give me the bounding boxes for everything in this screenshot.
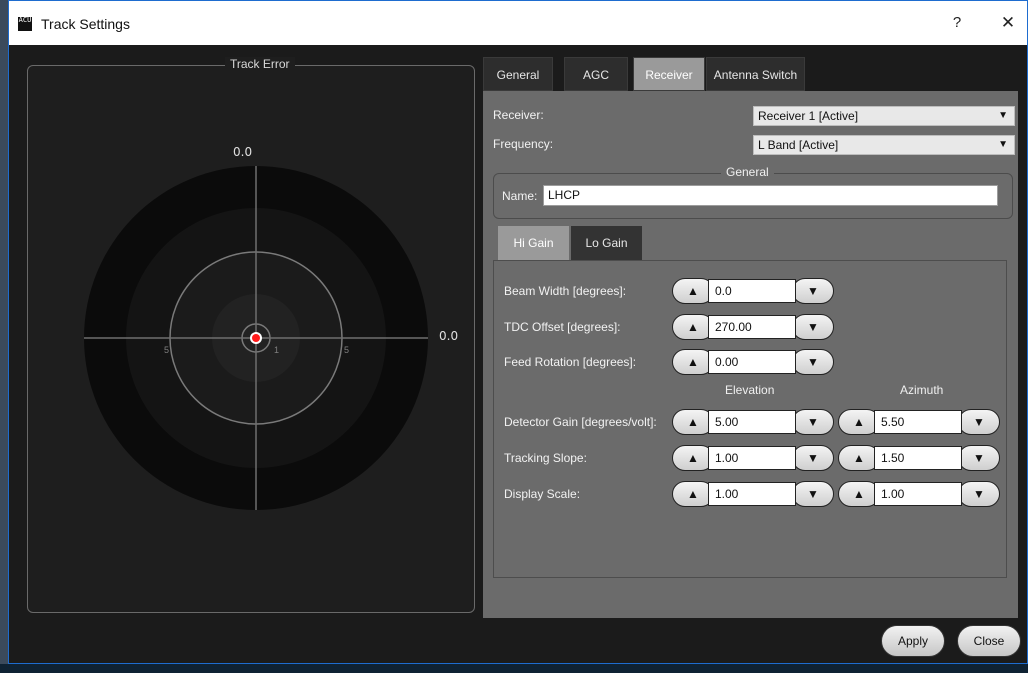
beam-width-decrement-button[interactable]: ▼	[792, 278, 834, 304]
arrow-down-icon: ▼	[807, 451, 819, 465]
display-scale-label: Display Scale:	[504, 487, 581, 501]
arrow-up-icon: ▲	[687, 487, 699, 501]
detector-gain-elevation-spinbox: ▲ 5.00 ▼	[672, 409, 834, 435]
arrow-up-icon: ▲	[853, 451, 865, 465]
display-scale-elevation-spinbox: ▲ 1.00 ▼	[672, 481, 834, 507]
receiver-select-value: Receiver 1 [Active]	[758, 109, 859, 123]
detector-gain-azimuth-spinbox: ▲ 5.50 ▼	[838, 409, 1000, 435]
detector-gain-az-decrement-button[interactable]: ▼	[958, 409, 1000, 435]
tab-hi-gain[interactable]: Hi Gain	[498, 226, 569, 260]
chevron-down-icon: ▼	[998, 110, 1008, 121]
general-group-title: General	[721, 165, 774, 179]
display-scale-el-value[interactable]: 1.00	[708, 482, 796, 506]
arrow-down-icon: ▼	[807, 355, 819, 369]
frequency-label: Frequency:	[493, 137, 554, 151]
ring-label-right: 5	[344, 345, 349, 355]
frequency-select[interactable]: L Band [Active] ▼	[753, 135, 1015, 155]
tracking-slope-label: Tracking Slope:	[504, 451, 587, 465]
frequency-select-value: L Band [Active]	[758, 138, 839, 152]
name-input[interactable]: LHCP	[543, 185, 998, 206]
tdc-offset-value[interactable]: 270.00	[708, 315, 796, 339]
arrow-up-icon: ▲	[687, 415, 699, 429]
azimuth-header: Azimuth	[900, 383, 944, 397]
tracking-slope-el-value[interactable]: 1.00	[708, 446, 796, 470]
chevron-down-icon: ▼	[998, 139, 1008, 150]
tracking-slope-az-decrement-button[interactable]: ▼	[958, 445, 1000, 471]
tab-antenna-switch[interactable]: Antenna Switch	[706, 57, 805, 91]
tab-agc[interactable]: AGC	[564, 57, 628, 91]
beam-width-value[interactable]: 0.0	[708, 279, 796, 303]
tracking-slope-elevation-spinbox: ▲ 1.00 ▼	[672, 445, 834, 471]
arrow-up-icon: ▲	[687, 355, 699, 369]
ring-label-center: 1	[274, 345, 279, 355]
detector-gain-el-value[interactable]: 5.00	[708, 410, 796, 434]
title-bar: ACU Track Settings ? ✕	[9, 1, 1027, 45]
detector-gain-el-decrement-button[interactable]: ▼	[792, 409, 834, 435]
arrow-down-icon: ▼	[973, 451, 985, 465]
help-button[interactable]: ?	[947, 12, 967, 34]
display-scale-azimuth-spinbox: ▲ 1.00 ▼	[838, 481, 1000, 507]
apply-button[interactable]: Apply	[881, 625, 945, 657]
arrow-up-icon: ▲	[853, 487, 865, 501]
name-label: Name:	[502, 189, 538, 203]
display-scale-el-decrement-button[interactable]: ▼	[792, 481, 834, 507]
tracking-slope-el-decrement-button[interactable]: ▼	[792, 445, 834, 471]
tdc-offset-decrement-button[interactable]: ▼	[792, 314, 834, 340]
elevation-error-value: 0.0	[233, 145, 253, 159]
arrow-down-icon: ▼	[973, 487, 985, 501]
tdc-offset-label: TDC Offset [degrees]:	[504, 320, 621, 334]
app-icon: ACU	[18, 17, 32, 31]
track-error-panel: Track Error 5 1 5 0.0 0.0	[27, 57, 475, 613]
desktop-taskbar-strip	[0, 664, 1028, 673]
tab-lo-gain[interactable]: Lo Gain	[571, 226, 642, 260]
ring-label-left: 5	[164, 345, 169, 355]
arrow-up-icon: ▲	[687, 451, 699, 465]
beam-width-spinbox: ▲ 0.0 ▼	[672, 278, 834, 304]
display-scale-az-value[interactable]: 1.00	[874, 482, 962, 506]
feed-rotation-value[interactable]: 0.00	[708, 350, 796, 374]
feed-rotation-label: Feed Rotation [degrees]:	[504, 355, 637, 369]
tab-general[interactable]: General	[483, 57, 553, 91]
detector-gain-label: Detector Gain [degrees/volt]:	[504, 415, 657, 429]
general-group: General Name: LHCP	[493, 165, 1013, 219]
close-button[interactable]: Close	[957, 625, 1021, 657]
arrow-down-icon: ▼	[807, 320, 819, 334]
tdc-offset-spinbox: ▲ 270.00 ▼	[672, 314, 834, 340]
feed-rotation-spinbox: ▲ 0.00 ▼	[672, 349, 834, 375]
receiver-select[interactable]: Receiver 1 [Active] ▼	[753, 106, 1015, 126]
arrow-down-icon: ▼	[807, 284, 819, 298]
window-title: Track Settings	[41, 16, 130, 32]
arrow-up-icon: ▲	[687, 320, 699, 334]
close-window-button[interactable]: ✕	[997, 12, 1019, 34]
arrow-down-icon: ▼	[973, 415, 985, 429]
feed-rotation-decrement-button[interactable]: ▼	[792, 349, 834, 375]
tracking-slope-az-value[interactable]: 1.50	[874, 446, 962, 470]
target-dot	[252, 334, 260, 342]
hi-gain-panel: Beam Width [degrees]: ▲ 0.0 ▼ TDC Offset…	[493, 260, 1007, 578]
arrow-down-icon: ▼	[807, 415, 819, 429]
display-scale-az-decrement-button[interactable]: ▼	[958, 481, 1000, 507]
tracking-slope-azimuth-spinbox: ▲ 1.50 ▼	[838, 445, 1000, 471]
azimuth-error-value: 0.0	[439, 329, 459, 343]
receiver-settings-panel: Receiver: Receiver 1 [Active] ▼ Frequenc…	[483, 91, 1018, 618]
tab-receiver[interactable]: Receiver	[633, 57, 705, 91]
beam-width-label: Beam Width [degrees]:	[504, 284, 627, 298]
arrow-up-icon: ▲	[853, 415, 865, 429]
arrow-down-icon: ▼	[807, 487, 819, 501]
track-settings-dialog: ACU Track Settings ? ✕ Track Error 5 1 5…	[8, 0, 1028, 664]
elevation-header: Elevation	[725, 383, 775, 397]
detector-gain-az-value[interactable]: 5.50	[874, 410, 962, 434]
receiver-label: Receiver:	[493, 108, 544, 122]
arrow-up-icon: ▲	[687, 284, 699, 298]
